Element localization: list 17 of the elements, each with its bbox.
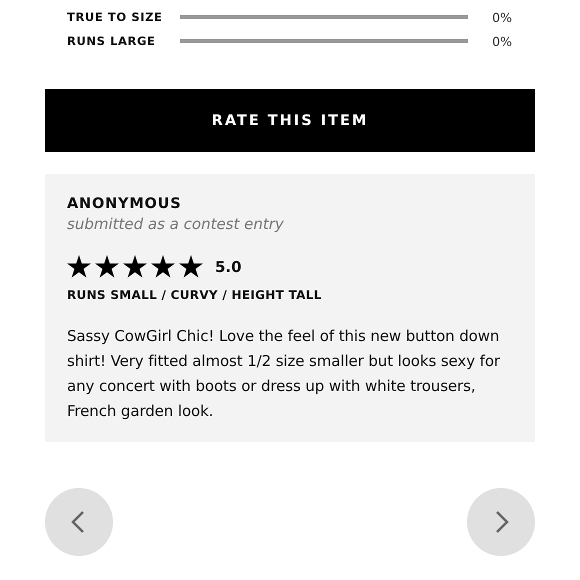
star-icon	[179, 255, 203, 278]
fit-percentage: 0%	[492, 10, 513, 24]
fit-label: TRUE TO SIZE	[67, 10, 164, 24]
fit-label: RUNS LARGE	[67, 34, 156, 48]
review-fit: RUNS SMALL / CURVY / HEIGHT TALL	[67, 288, 323, 302]
previous-icon[interactable]	[45, 488, 113, 556]
rate-item-button[interactable]: RATE THIS ITEM	[45, 89, 535, 152]
next-icon[interactable]	[467, 488, 535, 556]
star-icon	[95, 255, 119, 278]
rating-score: 5.0	[215, 258, 242, 276]
star-icon	[67, 255, 91, 278]
star-icon	[151, 255, 175, 278]
review-author: ANONYMOUS	[67, 196, 182, 212]
review-text: Sassy CowGirl Chic! Love the feel of this new button down shirt! Very fitted almost 1/2 size smaller but looks sexy for any concert with boots or dress up with white trousers, French garden look.	[67, 326, 501, 422]
fit-percentage: 0%	[492, 34, 513, 48]
star-icon	[123, 255, 147, 278]
review-note: submitted as a contest entry	[67, 215, 285, 233]
